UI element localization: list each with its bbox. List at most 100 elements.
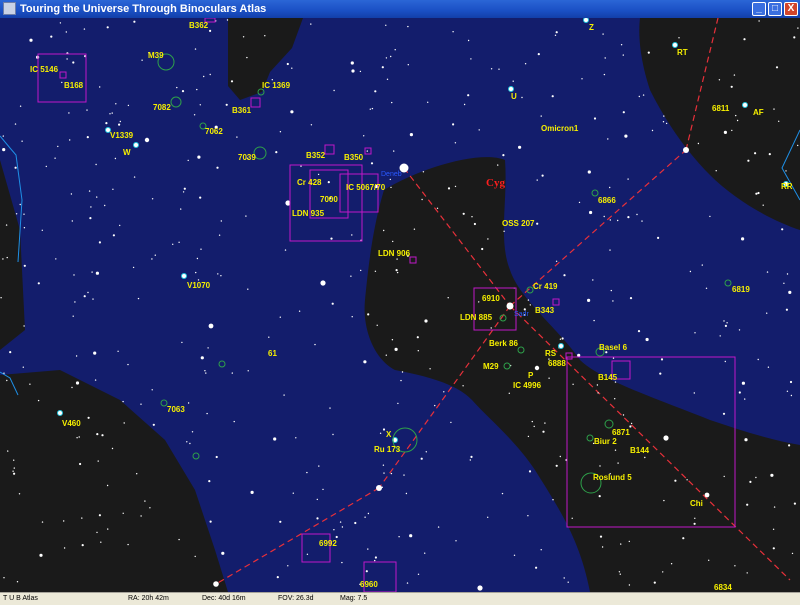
background-star — [599, 535, 603, 538]
label-w[interactable]: W — [123, 148, 131, 157]
app-icon[interactable] — [3, 2, 16, 15]
background-star — [194, 555, 196, 558]
label-6819[interactable]: 6819 — [732, 285, 750, 294]
label-7000[interactable]: 7000 — [320, 195, 338, 204]
label-b362[interactable]: B362 — [189, 21, 209, 30]
star-bright[interactable] — [477, 585, 483, 591]
variable-star-v1070[interactable] — [181, 273, 187, 279]
star-bright[interactable] — [208, 323, 214, 329]
label-6910[interactable]: 6910 — [482, 294, 500, 303]
label-7039[interactable]: 7039 — [238, 153, 256, 162]
label-7082[interactable]: 7082 — [153, 103, 171, 112]
label-b361[interactable]: B361 — [232, 106, 252, 115]
background-star — [341, 526, 344, 528]
label-chi[interactable]: Chi — [690, 499, 703, 508]
background-star — [286, 62, 289, 66]
label-af[interactable]: AF — [753, 108, 764, 117]
background-star — [396, 271, 399, 274]
label-ic1369[interactable]: IC 1369 — [262, 81, 291, 90]
label-x[interactable]: X — [386, 430, 392, 439]
variable-star-w[interactable] — [133, 142, 139, 148]
star-gienah[interactable] — [376, 485, 382, 491]
star-sadr[interactable] — [506, 302, 514, 310]
label-omicron1[interactable]: Omicron1 — [541, 124, 579, 133]
label-ic5146[interactable]: IC 5146 — [30, 65, 59, 74]
label-ic4996[interactable]: IC 4996 — [513, 381, 542, 390]
label-6834[interactable]: 6834 — [714, 583, 732, 592]
label-roslund5[interactable]: Roslund 5 — [593, 473, 632, 482]
label-b343[interactable]: B343 — [535, 306, 555, 315]
label-b168[interactable]: B168 — [64, 81, 84, 90]
label-6888[interactable]: 6888 — [548, 359, 566, 368]
label-61[interactable]: 61 — [268, 349, 277, 358]
label-ic5067[interactable]: IC 5067/70 — [346, 183, 386, 192]
label-ldn885[interactable]: LDN 885 — [460, 313, 493, 322]
label-6866[interactable]: 6866 — [598, 196, 616, 205]
label-cr419[interactable]: Cr 419 — [533, 282, 558, 291]
background-star — [196, 257, 199, 260]
label-6992[interactable]: 6992 — [319, 539, 337, 548]
label-v1070[interactable]: V1070 — [187, 281, 211, 290]
label-rr[interactable]: RR — [781, 182, 793, 191]
label-v460[interactable]: V460 — [62, 419, 81, 428]
maximize-button[interactable]: □ — [768, 2, 782, 16]
variable-star-rt[interactable] — [672, 42, 678, 48]
label-b350[interactable]: B350 — [344, 153, 364, 162]
background-star — [609, 219, 611, 221]
label-7063[interactable]: 7063 — [167, 405, 185, 414]
close-button[interactable]: X — [784, 2, 798, 16]
variable-star-z[interactable] — [583, 18, 589, 23]
background-star — [119, 224, 121, 227]
background-star — [350, 61, 354, 65]
label-6811[interactable]: 6811 — [712, 104, 730, 113]
label-z[interactable]: Z — [589, 23, 594, 32]
label-oss207[interactable]: OSS 207 — [502, 219, 535, 228]
star-bright[interactable] — [320, 280, 326, 286]
background-star — [118, 123, 121, 126]
label-rs[interactable]: RS — [545, 349, 557, 358]
label-basel6[interactable]: Basel 6 — [599, 343, 628, 352]
star-chi[interactable] — [704, 492, 710, 498]
label-p[interactable]: P — [528, 371, 534, 380]
label-cr428[interactable]: Cr 428 — [297, 178, 322, 187]
label-rt[interactable]: RT — [677, 48, 688, 57]
background-star — [111, 447, 114, 450]
label-6871[interactable]: 6871 — [612, 428, 630, 437]
minimize-button[interactable]: _ — [752, 2, 766, 16]
variable-star-v460[interactable] — [57, 410, 63, 416]
background-star — [298, 310, 301, 312]
variable-star-rs[interactable] — [558, 343, 564, 349]
background-star — [133, 20, 136, 23]
background-star — [421, 198, 423, 201]
label-b144[interactable]: B144 — [630, 446, 650, 455]
star-p-cyg[interactable] — [534, 365, 540, 371]
label-u[interactable]: U — [511, 92, 517, 101]
star-bright[interactable] — [144, 137, 150, 143]
label-7062[interactable]: 7062 — [205, 127, 223, 136]
background-star — [71, 386, 73, 389]
star-delta-cyg[interactable] — [683, 147, 689, 153]
label-ru173[interactable]: Ru 173 — [374, 445, 401, 454]
label-biur2[interactable]: Biur 2 — [594, 437, 617, 446]
background-star — [369, 108, 371, 110]
label-v1339[interactable]: V1339 — [110, 131, 134, 140]
label-berk86[interactable]: Berk 86 — [489, 339, 518, 348]
background-star — [385, 24, 387, 26]
label-ldn906[interactable]: LDN 906 — [378, 249, 411, 258]
background-star — [14, 123, 17, 125]
label-m29[interactable]: M29 — [483, 362, 499, 371]
variable-star-u[interactable] — [508, 86, 514, 92]
label-ldn935[interactable]: LDN 935 — [292, 209, 325, 218]
label-m39[interactable]: M39 — [148, 51, 164, 60]
sky-chart[interactable]: B362 M39 IC 5146 B168 7082 IC 1369 B361 … — [0, 18, 800, 592]
background-star — [279, 316, 281, 318]
label-6960[interactable]: 6960 — [360, 580, 378, 589]
label-b352[interactable]: B352 — [306, 151, 326, 160]
title-bar[interactable]: Touring the Universe Through Binoculars … — [0, 0, 800, 18]
label-b145[interactable]: B145 — [598, 373, 618, 382]
background-star — [127, 543, 129, 546]
star-wing-tip[interactable] — [213, 581, 219, 587]
variable-star-af[interactable] — [742, 102, 748, 108]
background-star — [350, 275, 352, 277]
star-bright[interactable] — [663, 435, 669, 441]
